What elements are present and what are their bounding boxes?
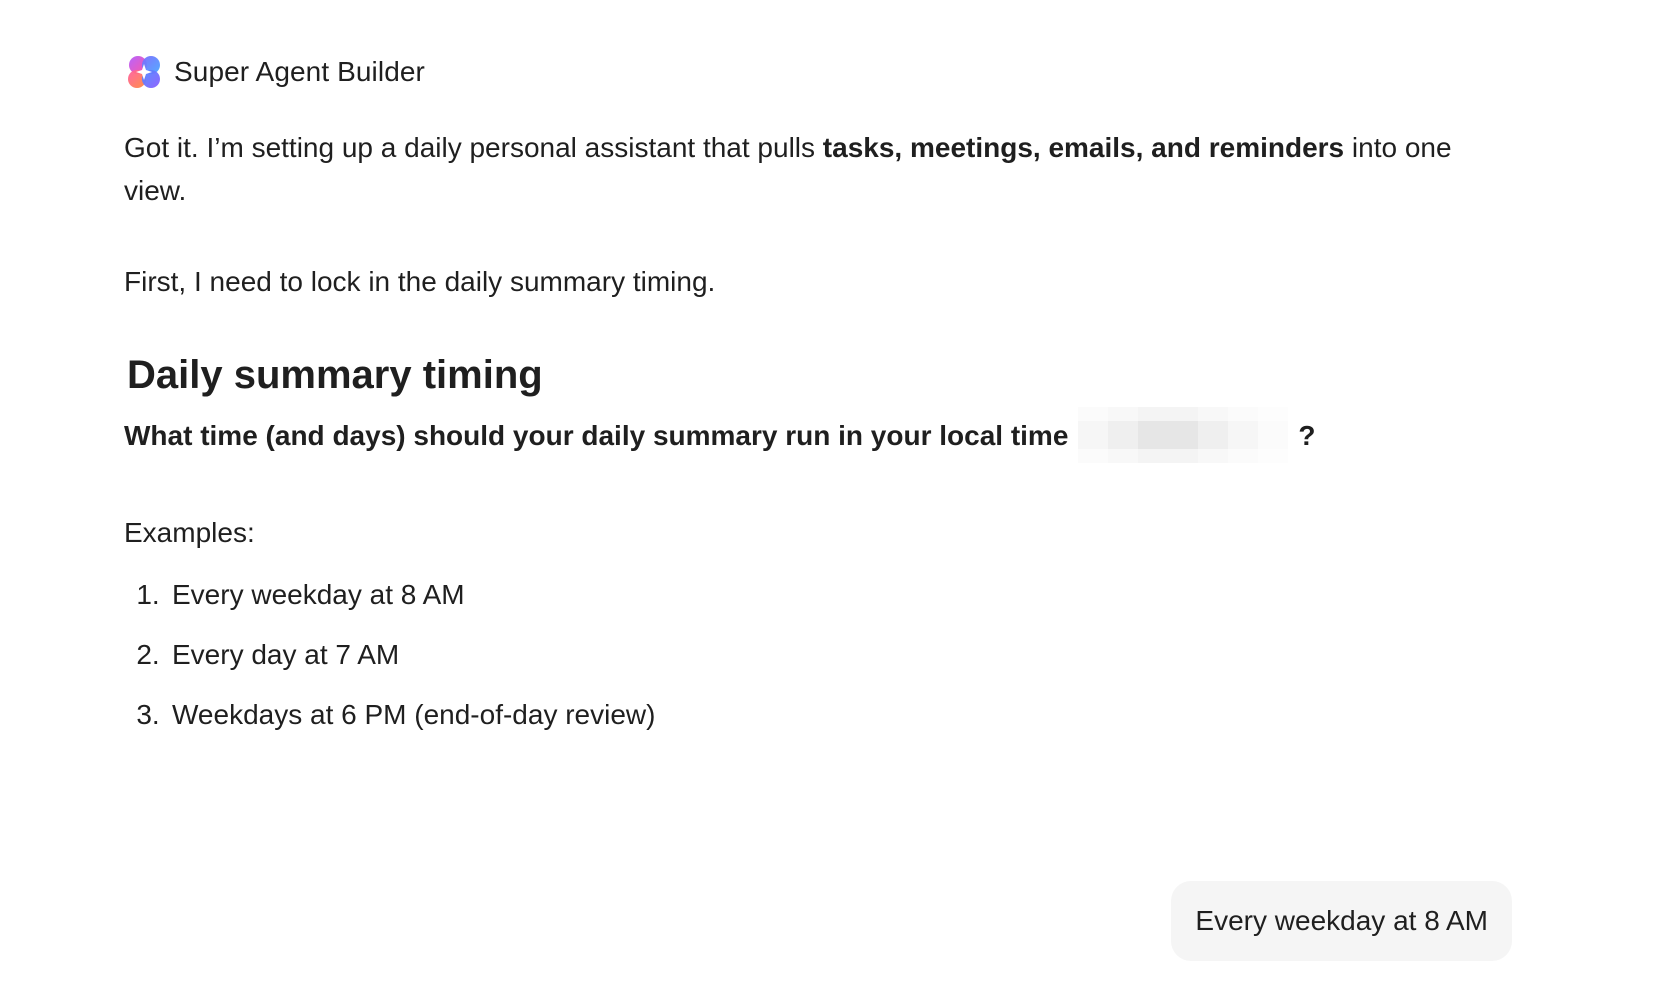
- list-item: 1. Every weekday at 8 AM: [124, 564, 1504, 624]
- list-item: 2. Every day at 7 AM: [124, 624, 1504, 684]
- list-item: 3. Weekdays at 6 PM (end-of-day review): [124, 684, 1504, 744]
- section-heading: Daily summary timing: [127, 353, 543, 397]
- intro-text-before: Got it. I’m setting up a daily personal …: [124, 132, 823, 163]
- list-item-text: Weekdays at 6 PM (end-of-day review): [172, 698, 656, 730]
- question-text: What time (and days) should your daily s…: [124, 419, 1069, 451]
- list-item-number: 3.: [136, 698, 160, 730]
- lock-in-paragraph: First, I need to lock in the daily summa…: [124, 266, 716, 297]
- examples-label: Examples:: [124, 517, 255, 548]
- assistant-message: Got it. I’m setting up a daily personal …: [124, 126, 1504, 744]
- list-item-text: Every day at 7 AM: [172, 638, 400, 670]
- agent-name: Super Agent Builder: [174, 56, 425, 87]
- list-item-text: Every weekday at 8 AM: [172, 578, 465, 610]
- question-mark: ?: [1298, 419, 1316, 451]
- list-item-number: 1.: [136, 578, 160, 610]
- redacted-timezone: [1078, 407, 1289, 463]
- agent-logo-icon: [128, 56, 160, 88]
- timing-question: What time (and days) should your daily s…: [124, 407, 1504, 463]
- intro-paragraph: Got it. I’m setting up a daily personal …: [124, 126, 1504, 212]
- intro-bold-items: tasks, meetings, emails, and reminders: [822, 132, 1345, 163]
- user-reply-text: Every weekday at 8 AM: [1195, 905, 1488, 936]
- examples-list: 1. Every weekday at 8 AM 2. Every day at…: [124, 564, 1504, 744]
- user-reply-bubble: Every weekday at 8 AM: [1171, 881, 1512, 961]
- agent-header: Super Agent Builder: [124, 52, 425, 92]
- list-item-number: 2.: [136, 638, 160, 670]
